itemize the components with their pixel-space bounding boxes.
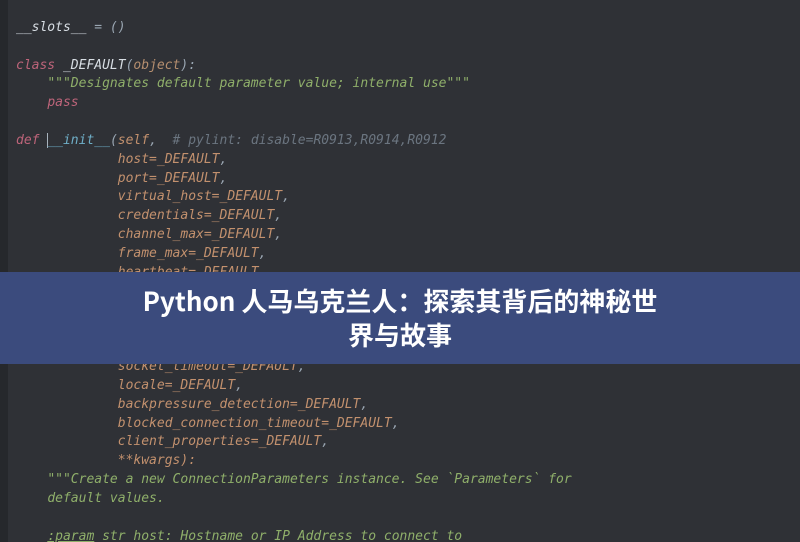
- comma: ,: [321, 434, 329, 449]
- object-base: object: [133, 58, 180, 73]
- self-param: self: [118, 133, 149, 148]
- param-virtual-host: virtual_host=_DEFAULT: [118, 189, 282, 204]
- def-keyword: def: [16, 133, 39, 148]
- param-port: port=_DEFAULT: [118, 171, 220, 186]
- class-docstring: """Designates default parameter value; i…: [47, 76, 470, 91]
- param-blocked-connection-timeout: blocked_connection_timeout=_DEFAULT: [118, 416, 392, 431]
- comma: ,: [220, 171, 228, 186]
- comma: ,: [274, 227, 282, 242]
- pass-keyword: pass: [47, 95, 78, 110]
- param-locale: locale=_DEFAULT: [118, 378, 235, 393]
- param-frame-max: frame_max=_DEFAULT: [118, 246, 259, 261]
- class-keyword: class: [16, 58, 55, 73]
- param-host: host=_DEFAULT: [118, 152, 220, 167]
- paren-close: ):: [180, 58, 196, 73]
- comma: ,: [149, 133, 157, 148]
- param-backpressure-detection: backpressure_detection=_DEFAULT: [118, 397, 361, 412]
- comma: ,: [220, 152, 228, 167]
- overlay-title-line1: Python 人马乌克兰人：探索其背后的神秘世: [143, 282, 658, 319]
- pylint-comment: # pylint: disable=R0913,R0914,R0912: [157, 133, 447, 148]
- docstring-line-b: default values.: [47, 491, 164, 506]
- overlay-title-line2: 界与故事: [348, 316, 452, 353]
- overlay-band: Python 人马乌克兰人：探索其背后的神秘世 界与故事: [0, 272, 800, 364]
- code-view[interactable]: __slots__ = () class _DEFAULT ( object): "…: [0, 0, 800, 542]
- overlay-title: Python 人马乌克兰人：探索其背后的神秘世 界与故事: [103, 284, 698, 352]
- class-name: _DEFAULT: [55, 58, 125, 73]
- comma: ,: [274, 208, 282, 223]
- param-kwargs: **kwargs):: [118, 453, 196, 468]
- docstring-line-a: """Create a new ConnectionParameters ins…: [47, 472, 571, 487]
- slots-ident: __slots__: [16, 20, 86, 35]
- docstring-param-tag: :param: [47, 529, 94, 542]
- param-credentials: credentials=_DEFAULT: [118, 208, 275, 223]
- open-paren: (: [110, 133, 118, 148]
- param-client-properties: client_properties=_DEFAULT: [118, 434, 322, 449]
- comma: ,: [392, 416, 400, 431]
- comma: ,: [282, 189, 290, 204]
- comma: ,: [360, 397, 368, 412]
- docstring-param-desc: str host: Hostname or IP Address to conn…: [94, 529, 462, 542]
- comma: ,: [235, 378, 243, 393]
- param-channel-max: channel_max=_DEFAULT: [118, 227, 275, 242]
- slots-assign: = (): [86, 20, 125, 35]
- comma: ,: [259, 246, 267, 261]
- func-name: __init__: [47, 133, 110, 148]
